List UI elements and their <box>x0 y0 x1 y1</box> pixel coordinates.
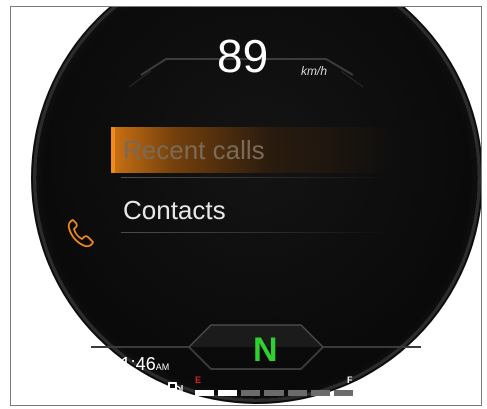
fuel-gauge-segment <box>310 390 330 396</box>
fuel-gauge <box>195 389 353 397</box>
menu-item-label: Contacts <box>123 195 226 225</box>
menu-item-label: Recent calls <box>123 135 265 165</box>
fuel-gauge-segment <box>333 390 353 396</box>
screenshot-frame: 89 km/h Recent calls Contacts N 11:46AM … <box>10 6 482 406</box>
clock-time: 11:46 <box>112 354 156 374</box>
fuel-gauge-segment <box>287 390 307 396</box>
fuel-gauge-segment <box>241 390 261 396</box>
fuel-full-label: F <box>347 375 353 385</box>
menu-divider <box>121 232 391 233</box>
clock-ampm: AM <box>155 362 170 372</box>
fuel-gauge-segment <box>195 390 215 396</box>
fuel-pump-icon <box>168 382 183 396</box>
fuel-gauge-segment <box>264 390 284 396</box>
fuel-gauge-segment <box>218 390 238 396</box>
speed-value: 89 <box>217 30 269 82</box>
phone-icon <box>67 219 94 248</box>
menu-divider <box>121 177 391 178</box>
selection-accent <box>111 127 115 173</box>
clock: 11:46AM <box>112 355 169 376</box>
fuel-empty-label: E <box>195 375 202 385</box>
speed-unit: km/h <box>301 64 328 78</box>
menu-item-contacts[interactable]: Contacts <box>111 187 397 233</box>
menu-item-recent-calls[interactable]: Recent calls <box>111 127 397 173</box>
gear-indicator: N <box>253 331 278 369</box>
